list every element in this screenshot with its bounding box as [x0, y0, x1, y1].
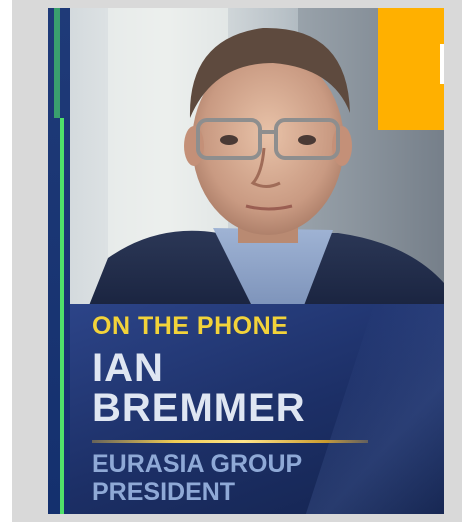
- news-graphic-card: ON THE PHONE IAN BREMMER EURASIA GROUP P…: [48, 8, 444, 514]
- name-last: BREMMER: [92, 386, 306, 430]
- gold-divider: [92, 440, 368, 443]
- title-line-2: PRESIDENT: [92, 478, 236, 506]
- green-rail-line: [60, 118, 64, 514]
- kicker-label: ON THE PHONE: [92, 312, 289, 340]
- title-line-1: EURASIA GROUP: [92, 450, 303, 478]
- accent-notch: [440, 44, 444, 84]
- left-rail-accent: [54, 8, 60, 118]
- name-first: IAN: [92, 346, 164, 390]
- orange-accent-block: [378, 8, 444, 130]
- lower-third-panel: ON THE PHONE IAN BREMMER EURASIA GROUP P…: [70, 304, 444, 514]
